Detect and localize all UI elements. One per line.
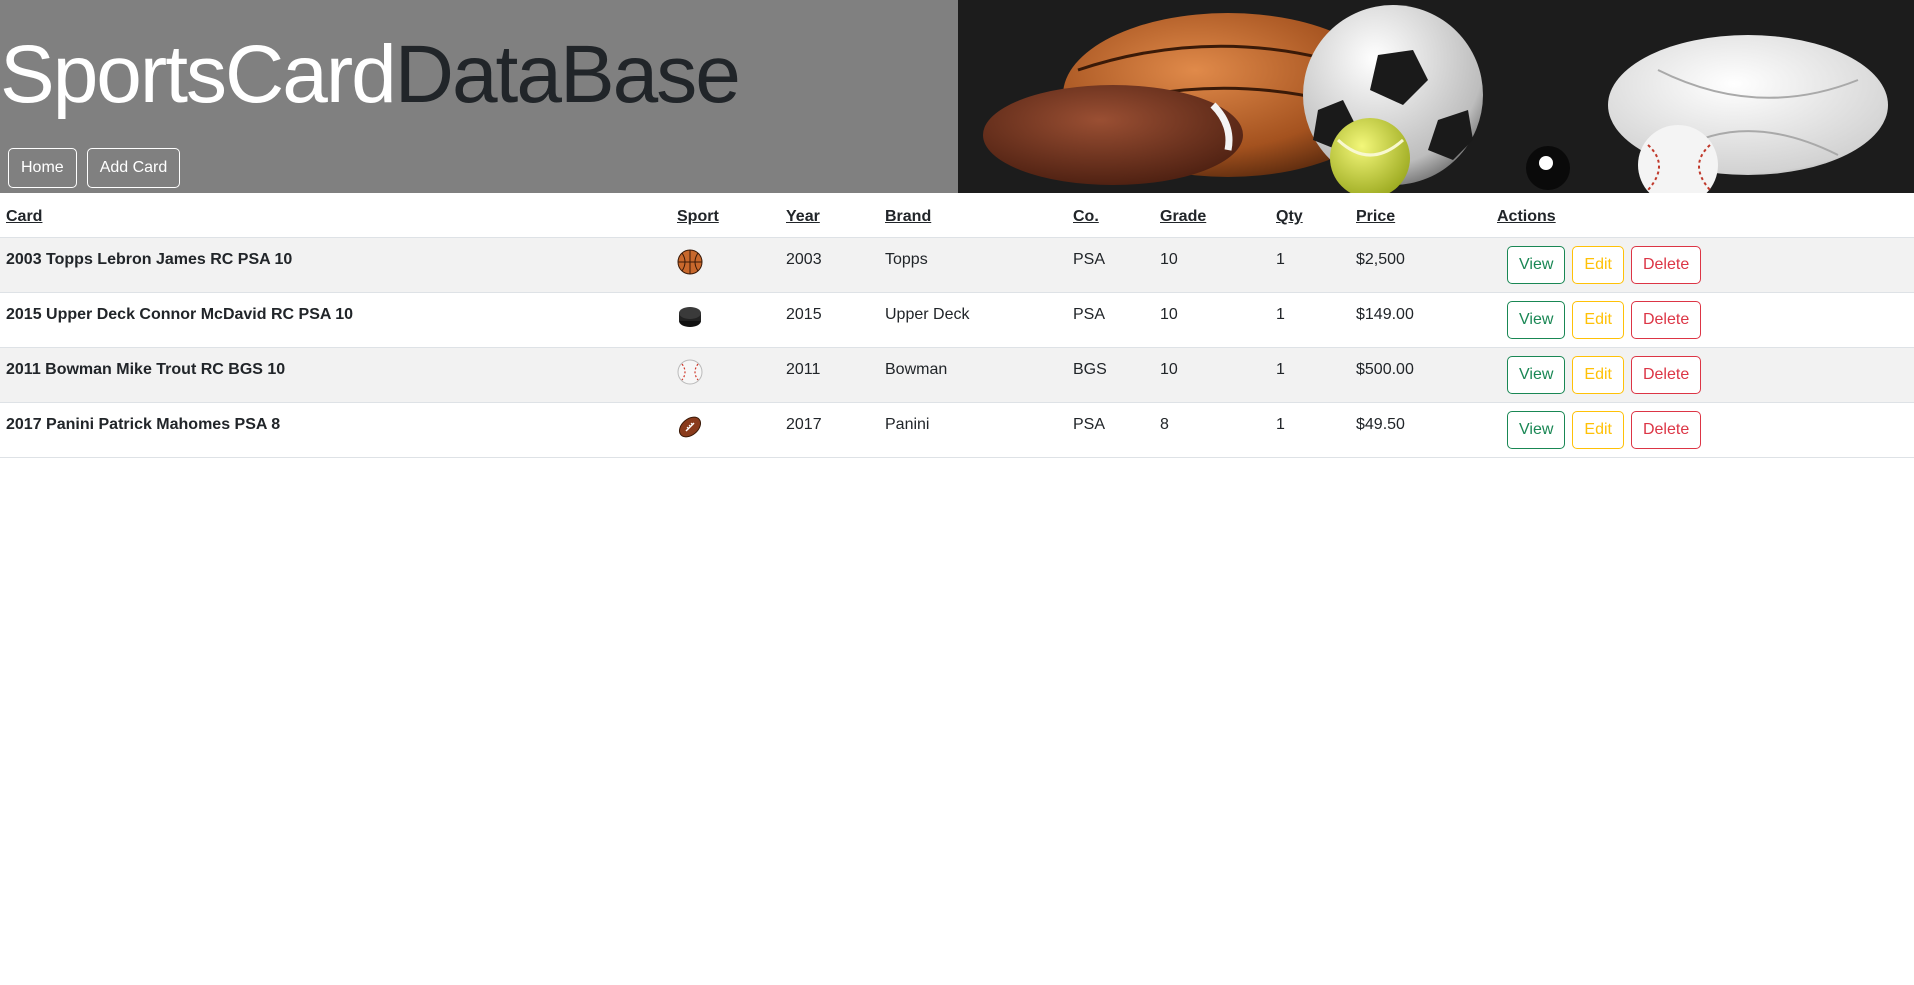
co-cell: PSA bbox=[1073, 251, 1106, 268]
table-row: 2011 Bowman Mike Trout RC BGS 10 2011 Bo… bbox=[0, 347, 1914, 403]
actions-cell: View Edit Delete bbox=[1491, 403, 1914, 458]
qty-cell: 1 bbox=[1276, 361, 1285, 378]
edit-button[interactable]: Edit bbox=[1572, 246, 1624, 284]
actions-cell: View Edit Delete bbox=[1491, 293, 1914, 348]
site-header: SportsCardDataBase Home Add Card bbox=[0, 0, 1914, 193]
column-header-actions[interactable]: Actions bbox=[1497, 208, 1556, 225]
actions-cell: View Edit Delete bbox=[1491, 238, 1914, 293]
brand-cell: Bowman bbox=[885, 361, 948, 378]
edit-button[interactable]: Edit bbox=[1572, 301, 1624, 339]
football-shape bbox=[983, 85, 1243, 185]
brand-cell: Panini bbox=[885, 416, 930, 433]
football-icon bbox=[678, 416, 702, 438]
logo-part-1: SportsCard bbox=[0, 29, 397, 120]
column-header-brand[interactable]: Brand bbox=[885, 208, 931, 225]
year-cell: 2015 bbox=[786, 306, 822, 323]
year-cell: 2011 bbox=[786, 361, 821, 378]
card-name-cell: 2017 Panini Patrick Mahomes PSA 8 bbox=[6, 416, 281, 433]
price-cell: $149.00 bbox=[1356, 306, 1414, 323]
column-header-grade[interactable]: Grade bbox=[1160, 208, 1206, 225]
grade-cell: 8 bbox=[1160, 416, 1169, 433]
co-cell: PSA bbox=[1073, 306, 1106, 323]
co-cell: BGS bbox=[1073, 361, 1107, 378]
home-button[interactable]: Home bbox=[8, 148, 77, 188]
basketball-icon bbox=[677, 249, 703, 275]
edit-button[interactable]: Edit bbox=[1572, 356, 1624, 394]
grade-cell: 10 bbox=[1160, 306, 1178, 323]
column-header-card[interactable]: Card bbox=[6, 208, 42, 225]
card-name-cell: 2011 Bowman Mike Trout RC BGS 10 bbox=[6, 361, 286, 378]
price-cell: $49.50 bbox=[1356, 416, 1405, 433]
table-row: 2017 Panini Patrick Mahomes PSA 8 2017 P… bbox=[0, 402, 1914, 458]
baseball-icon bbox=[677, 359, 703, 385]
cards-table: Card Sport Year Brand Co. Grade Qty Pric… bbox=[0, 193, 1914, 458]
table-header-row: Card Sport Year Brand Co. Grade Qty Pric… bbox=[0, 193, 1914, 238]
year-cell: 2017 bbox=[786, 416, 822, 433]
main-nav: Home Add Card bbox=[8, 148, 181, 188]
table-row: 2003 Topps Lebron James RC PSA 10 2003 T… bbox=[0, 237, 1914, 293]
delete-button[interactable]: Delete bbox=[1630, 301, 1702, 339]
year-cell: 2003 bbox=[786, 251, 822, 268]
view-button[interactable]: View bbox=[1507, 301, 1566, 339]
price-cell: $500.00 bbox=[1356, 361, 1414, 378]
qty-cell: 1 bbox=[1276, 251, 1285, 268]
view-button[interactable]: View bbox=[1507, 246, 1566, 284]
delete-button[interactable]: Delete bbox=[1630, 356, 1702, 394]
qty-cell: 1 bbox=[1276, 306, 1285, 323]
view-button[interactable]: View bbox=[1507, 411, 1566, 449]
actions-cell: View Edit Delete bbox=[1491, 348, 1914, 403]
grade-cell: 10 bbox=[1160, 251, 1178, 268]
delete-button[interactable]: Delete bbox=[1630, 411, 1702, 449]
logo-part-2: DataBase bbox=[394, 29, 741, 120]
column-header-year[interactable]: Year bbox=[786, 208, 820, 225]
site-logo[interactable]: SportsCardDataBase bbox=[0, 29, 741, 120]
delete-button[interactable]: Delete bbox=[1630, 246, 1702, 284]
column-header-co[interactable]: Co. bbox=[1073, 208, 1099, 225]
price-cell: $2,500 bbox=[1356, 251, 1405, 268]
hockey-puck-icon bbox=[679, 307, 701, 327]
view-button[interactable]: View bbox=[1507, 356, 1566, 394]
co-cell: PSA bbox=[1073, 416, 1106, 433]
table-row: 2015 Upper Deck Connor McDavid RC PSA 10… bbox=[0, 292, 1914, 348]
column-header-sport[interactable]: Sport bbox=[677, 208, 719, 225]
add-card-button[interactable]: Add Card bbox=[86, 148, 181, 188]
card-name-cell: 2003 Topps Lebron James RC PSA 10 bbox=[6, 251, 293, 268]
column-header-qty[interactable]: Qty bbox=[1276, 208, 1303, 225]
edit-button[interactable]: Edit bbox=[1572, 411, 1624, 449]
sports-balls-image bbox=[958, 0, 1914, 193]
brand-panel: SportsCardDataBase Home Add Card bbox=[0, 0, 958, 193]
card-name-cell: 2015 Upper Deck Connor McDavid RC PSA 10 bbox=[6, 306, 354, 323]
qty-cell: 1 bbox=[1276, 416, 1285, 433]
grade-cell: 10 bbox=[1160, 361, 1178, 378]
brand-cell: Upper Deck bbox=[885, 306, 970, 323]
column-header-price[interactable]: Price bbox=[1356, 208, 1395, 225]
brand-cell: Topps bbox=[885, 251, 928, 268]
